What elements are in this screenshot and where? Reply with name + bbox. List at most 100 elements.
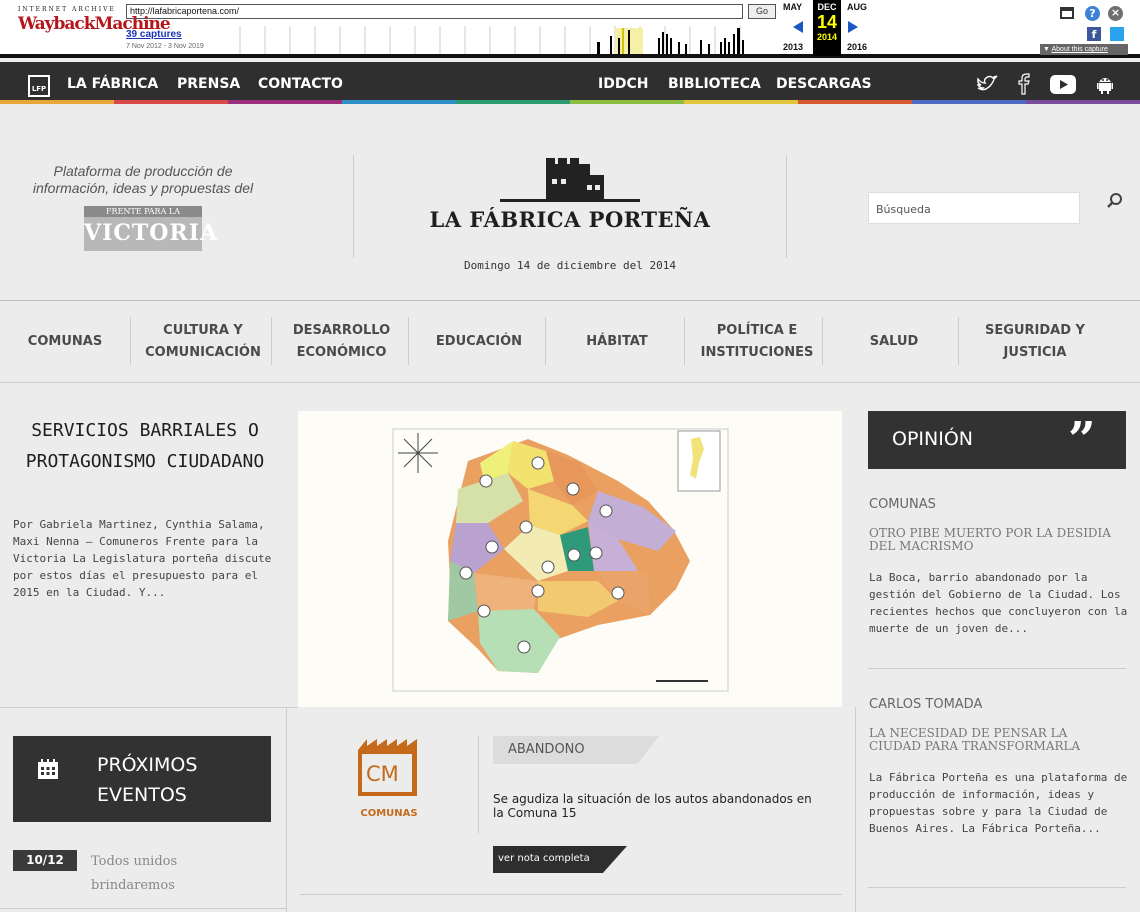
help-icon[interactable]: ? bbox=[1085, 6, 1100, 21]
search-icon[interactable] bbox=[1106, 192, 1124, 210]
twitter-share-icon[interactable] bbox=[1110, 27, 1124, 41]
column-divider bbox=[286, 707, 287, 912]
color-stripe-segment bbox=[1026, 100, 1140, 104]
youtube-icon[interactable] bbox=[1050, 75, 1076, 94]
wayback-captures-link[interactable]: 39 captures bbox=[126, 29, 182, 40]
opinion-item-title[interactable]: LA NECESIDAD DE PENSAR LA CIUDAD PARA TR… bbox=[869, 727, 1119, 753]
cat-cultura[interactable]: CULTURA Y COMUNICACIÓN bbox=[138, 301, 268, 383]
events-header-label: PRÓXIMOS EVENTOS bbox=[97, 754, 198, 806]
nav-iddch[interactable]: IDDCH bbox=[598, 76, 648, 92]
opinion-item-title[interactable]: OTRO PIBE MUERTO POR LA DESIDIA DEL MACR… bbox=[869, 527, 1119, 553]
nav-contacto[interactable]: CONTACTO bbox=[258, 76, 343, 92]
events-divider bbox=[0, 908, 286, 909]
about-capture-button[interactable]: ▼ About this capture bbox=[1040, 44, 1128, 55]
cat-habitat[interactable]: HÁBITAT bbox=[553, 301, 681, 383]
category-divider bbox=[545, 317, 546, 365]
news-headline[interactable]: Se agudiza la situación de los autos aba… bbox=[493, 792, 823, 820]
cat-educacion[interactable]: EDUCACIÓN bbox=[418, 301, 540, 383]
site-date: Domingo 14 de diciembre del 2014 bbox=[464, 259, 676, 272]
wayback-prev-month[interactable]: MAY bbox=[783, 2, 802, 12]
wayback-current-year: 2014 bbox=[816, 32, 838, 42]
cat-desarrollo[interactable]: DESARROLLO ECONÓMICO bbox=[280, 301, 403, 383]
quote-icon: ” bbox=[1068, 412, 1096, 468]
featured-map-image[interactable] bbox=[298, 411, 842, 707]
opinion-divider bbox=[868, 668, 1126, 669]
twitter-icon[interactable] bbox=[976, 74, 998, 94]
color-stripe-segment bbox=[114, 100, 228, 104]
section-divider bbox=[0, 707, 298, 708]
color-stripe-segment bbox=[228, 100, 342, 104]
search-input[interactable]: Búsqueda bbox=[868, 192, 1080, 224]
category-divider bbox=[408, 317, 409, 365]
facebook-icon[interactable]: f bbox=[1087, 27, 1101, 41]
cat-comunas[interactable]: COMUNAS bbox=[10, 301, 120, 383]
wayback-sparkline[interactable] bbox=[230, 22, 780, 54]
color-stripe-segment bbox=[570, 100, 684, 104]
calendar-icon bbox=[38, 759, 58, 779]
column-divider bbox=[855, 707, 856, 912]
compass-icon bbox=[398, 433, 438, 473]
window-icon[interactable] bbox=[1060, 7, 1074, 19]
read-more-button[interactable]: ver nota completa bbox=[493, 846, 627, 873]
opinion-item-category[interactable]: CARLOS TOMADA bbox=[869, 697, 982, 712]
cat-salud[interactable]: SALUD bbox=[830, 301, 958, 383]
featured-excerpt: Por Gabriela Martinez, Cynthia Salama, M… bbox=[13, 518, 272, 599]
featured-title[interactable]: SERVICIOS BARRIALES O PROTAGONISMO CIUDA… bbox=[10, 415, 280, 477]
category-divider bbox=[271, 317, 272, 365]
header-divider-left bbox=[353, 155, 354, 258]
opinion-header[interactable]: OPINIÓN ” bbox=[868, 411, 1126, 469]
cat-politica[interactable]: POLÍTICA E INSTITUCIONES bbox=[692, 301, 822, 383]
fpv-logo[interactable]: FRENTE PARA LA VICTORIA bbox=[84, 206, 219, 251]
comunas-badge-letters: CM bbox=[366, 762, 399, 786]
color-stripe bbox=[0, 100, 1140, 104]
category-divider bbox=[822, 317, 823, 365]
color-stripe-segment bbox=[0, 100, 114, 104]
lfp-logo-icon[interactable]: LFP bbox=[28, 75, 50, 97]
opinion-item-text: La Boca, barrio abandonado por la gestió… bbox=[869, 571, 1128, 635]
color-stripe-segment bbox=[798, 100, 912, 104]
wayback-next-month[interactable]: AUG bbox=[847, 2, 867, 12]
wayback-prev-year[interactable]: 2013 bbox=[783, 42, 803, 52]
android-icon[interactable] bbox=[1097, 74, 1113, 94]
wayback-current-day: 14 bbox=[816, 12, 838, 32]
nav-descargas[interactable]: DESCARGAS bbox=[776, 76, 872, 92]
top-navbar: LFP LA FÁBRICA PRENSA CONTACTO IDDCH BIB… bbox=[0, 62, 1140, 104]
news-tag[interactable]: ABANDONO bbox=[493, 736, 659, 764]
wayback-logo-top: INTERNET ARCHIVE bbox=[18, 6, 116, 13]
nav-prensa[interactable]: PRENSA bbox=[177, 76, 240, 92]
event-name[interactable]: Todos unidos brindaremos bbox=[91, 850, 261, 898]
color-stripe-segment bbox=[684, 100, 798, 104]
category-bar: COMUNAS CULTURA Y COMUNICACIÓN DESARROLL… bbox=[0, 300, 1140, 383]
cat-seguridad[interactable]: SEGURIDAD Y JUSTICIA bbox=[965, 301, 1105, 383]
wayback-current-date: DEC 14 2014 bbox=[813, 0, 841, 56]
wayback-current-month: DEC bbox=[817, 2, 837, 12]
wayback-url-input[interactable]: http://lafabricaportena.com/ bbox=[126, 4, 743, 19]
wayback-toolbar: INTERNET ARCHIVE WaybackMachine http://l… bbox=[0, 0, 1140, 58]
dropdown-arrow-icon: ▼ bbox=[1043, 46, 1052, 53]
opinion-header-label: OPINIÓN bbox=[892, 428, 974, 450]
next-arrow-icon[interactable] bbox=[848, 21, 858, 33]
site-title[interactable]: LA FÁBRICA PORTEÑA bbox=[400, 207, 740, 232]
facebook-outline-icon[interactable] bbox=[1018, 73, 1030, 95]
header-divider-right bbox=[786, 155, 787, 258]
fpv-logo-big: VICTORIA bbox=[84, 220, 219, 246]
event-date-badge: 10/12 bbox=[13, 850, 77, 871]
comunas-badge-label: COMUNAS bbox=[360, 808, 418, 819]
opinion-item-category[interactable]: COMUNAS bbox=[869, 497, 936, 512]
fpv-logo-small: FRENTE PARA LA bbox=[84, 206, 202, 217]
close-icon[interactable]: × bbox=[1108, 6, 1123, 21]
wayback-next-year[interactable]: 2016 bbox=[847, 42, 867, 52]
platform-tagline: Plataforma de producción de información,… bbox=[32, 163, 254, 196]
wayback-go-button[interactable]: Go bbox=[748, 4, 776, 19]
nav-la-fabrica[interactable]: LA FÁBRICA bbox=[67, 76, 158, 92]
comunas-badge[interactable]: CM COMUNAS bbox=[355, 736, 423, 826]
nav-biblioteca[interactable]: BIBLIOTECA bbox=[668, 76, 761, 92]
events-header[interactable]: PRÓXIMOS EVENTOS bbox=[13, 736, 271, 822]
color-stripe-segment bbox=[912, 100, 1026, 104]
color-stripe-segment bbox=[456, 100, 570, 104]
factory-logo-icon[interactable] bbox=[500, 155, 640, 205]
prev-arrow-icon[interactable] bbox=[793, 21, 803, 33]
color-stripe-segment bbox=[342, 100, 456, 104]
opinion-divider bbox=[868, 887, 1126, 888]
news-bottom-divider bbox=[300, 894, 842, 895]
